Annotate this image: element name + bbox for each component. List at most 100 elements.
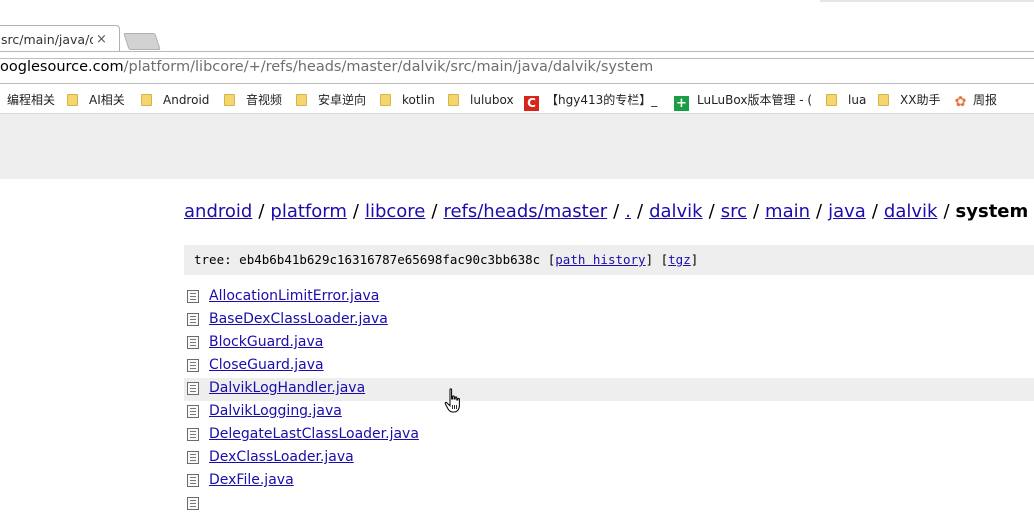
breadcrumb-separator: / — [816, 201, 823, 222]
tab-strip: src/main/java/dalvik/system × — [0, 0, 1034, 52]
file-link[interactable]: BaseDexClassLoader.java — [209, 311, 388, 327]
file-icon — [187, 382, 199, 395]
file-link[interactable]: DexClassLoader.java — [209, 449, 354, 465]
url-text[interactable]: ooglesource.com/platform/libcore/+/refs/… — [0, 59, 653, 75]
bookmarks-bar: 编程相关 AI相关 Android 音视频 安卓逆向 kotlin lulubo… — [0, 86, 1034, 114]
bookmark-label: LuLuBox版本管理 - ( — [697, 93, 813, 107]
file-icon — [187, 313, 199, 326]
bookmark-label: kotlin — [402, 93, 435, 107]
url-path: /platform/libcore/+/refs/heads/master/da… — [123, 59, 654, 75]
file-link[interactable]: DalvikLogging.java — [209, 403, 342, 419]
bookmark-1[interactable]: AI相关 — [67, 92, 125, 108]
file-icon — [187, 405, 199, 418]
file-row: DalvikLogging.java — [184, 401, 1034, 424]
file-row: DexFile.java — [184, 470, 1034, 493]
folder-icon — [224, 94, 235, 106]
url-host: ooglesource.com — [0, 59, 124, 75]
breadcrumb-separator: / — [352, 201, 359, 222]
file-row-partial — [184, 493, 1034, 516]
breadcrumb-link-android[interactable]: android — [184, 201, 252, 222]
flower-icon: ✿ — [954, 94, 967, 110]
folder-icon — [380, 94, 391, 106]
file-row: BaseDexClassLoader.java — [184, 309, 1034, 332]
file-icon — [187, 474, 199, 487]
breadcrumb-link-refs[interactable]: refs/heads/master — [443, 201, 607, 222]
breadcrumb-link-dalvik-2[interactable]: dalvik — [884, 201, 938, 222]
breadcrumb-separator: / — [708, 201, 715, 222]
file-link[interactable]: CloseGuard.java — [209, 357, 324, 373]
breadcrumb-link-src[interactable]: src — [721, 201, 747, 222]
close-icon[interactable]: × — [96, 26, 107, 52]
bookmark-5[interactable]: kotlin — [380, 92, 435, 108]
bookmark-label: 编程相关 — [7, 93, 56, 107]
bookmark-label: 安卓逆向 — [318, 93, 367, 107]
bookmark-9[interactable]: lua — [826, 92, 866, 108]
breadcrumb-separator: / — [431, 201, 438, 222]
file-link[interactable]: BlockGuard.java — [209, 334, 323, 350]
file-link[interactable]: AllocationLimitError.java — [209, 288, 379, 304]
breadcrumb-separator: / — [636, 201, 644, 222]
tgz-link[interactable]: tgz — [668, 252, 691, 267]
breadcrumb-separator: / — [613, 201, 620, 222]
folder-icon — [296, 94, 307, 106]
site-header — [0, 114, 1034, 179]
folder-icon — [826, 94, 837, 106]
breadcrumb-separator: / — [258, 201, 265, 222]
bookmark-10[interactable]: XX助手 — [878, 92, 940, 108]
file-row: DelegateLastClassLoader.java — [184, 424, 1034, 447]
bookmark-label: 周报 — [973, 93, 998, 107]
bookmark-0[interactable]: 编程相关 — [7, 92, 55, 108]
file-icon — [187, 359, 199, 372]
folder-icon — [878, 94, 889, 106]
bookmark-11[interactable]: ✿ 周报 — [953, 92, 998, 110]
file-icon — [187, 428, 199, 441]
new-tab-button[interactable] — [123, 33, 161, 50]
breadcrumb-separator: / — [752, 201, 760, 222]
hand-cursor-icon — [444, 388, 460, 413]
bookmark-label: lulubox — [470, 93, 514, 107]
path-history-link[interactable]: path history — [555, 252, 645, 267]
file-icon — [187, 336, 199, 349]
breadcrumb-link-dalvik[interactable]: dalvik — [649, 201, 703, 222]
bookmark-4[interactable]: 安卓逆向 — [296, 92, 366, 108]
breadcrumb-separator: / — [943, 201, 950, 222]
bookmark-label: 音视频 — [246, 93, 283, 107]
folder-icon — [448, 94, 459, 106]
file-link[interactable]: DelegateLastClassLoader.java — [209, 426, 419, 442]
breadcrumb-current: system — [955, 201, 1029, 222]
csdn-icon: C — [524, 96, 539, 111]
file-icon — [187, 290, 199, 303]
plus-icon: + — [674, 96, 689, 111]
file-row: BlockGuard.java — [184, 332, 1034, 355]
file-link[interactable]: DexFile.java — [209, 472, 294, 488]
breadcrumb-link-java[interactable]: java — [828, 201, 866, 222]
bookmark-label: lua — [848, 93, 867, 107]
folder-icon — [141, 94, 152, 106]
bookmark-6[interactable]: lulubox — [448, 92, 514, 108]
tree-label: tree: — [194, 252, 232, 267]
folder-icon — [67, 94, 78, 106]
file-row-hovered: DalvikLogHandler.java — [184, 378, 1034, 401]
tab-title: src/main/java/dalvik/system — [1, 32, 93, 47]
tree-hash: eb4b6b41b629c16316787e65698fac90c3bb638c — [239, 252, 541, 267]
breadcrumb: android / platform / libcore / refs/heads/mast… — [184, 201, 1028, 222]
file-link[interactable]: DalvikLogHandler.java — [209, 380, 365, 396]
breadcrumb-separator: / — [871, 201, 878, 222]
bookmark-label: XX助手 — [900, 93, 941, 107]
breadcrumb-link-libcore[interactable]: libcore — [365, 201, 425, 222]
breadcrumb-link-platform[interactable]: platform — [270, 201, 346, 222]
browser-tab[interactable]: src/main/java/dalvik/system × — [0, 25, 120, 52]
tree-info: tree: eb4b6b41b629c16316787e65698fac90c3… — [184, 245, 1034, 275]
bookmark-label: AI相关 — [89, 93, 125, 107]
tab-strip-edge — [820, 0, 1034, 2]
file-row: CloseGuard.java — [184, 355, 1034, 378]
file-row: DexClassLoader.java — [184, 447, 1034, 470]
breadcrumb-link-main[interactable]: main — [765, 201, 810, 222]
file-row: AllocationLimitError.java — [184, 286, 1034, 309]
bookmark-label: 【hgy413的专栏】_ — [546, 93, 658, 107]
bookmark-7[interactable]: C 【hgy413的专栏】_ — [524, 92, 658, 111]
bookmark-8[interactable]: + LuLuBox版本管理 - ( — [674, 92, 813, 111]
bookmark-3[interactable]: 音视频 — [224, 92, 282, 108]
bookmark-label: Android — [163, 93, 210, 107]
bookmark-2[interactable]: Android — [141, 92, 209, 108]
